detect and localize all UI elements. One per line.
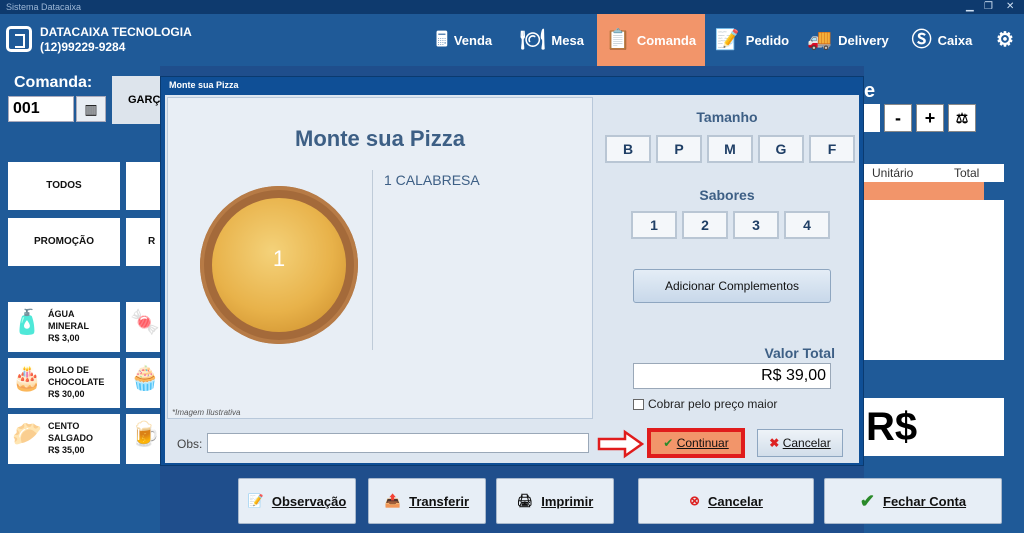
continue-button[interactable]: ✔ Continuar	[647, 428, 745, 458]
flavors-title: Sabores	[699, 187, 755, 203]
charge-highest-checkbox[interactable]: Cobrar pelo preço maior	[633, 397, 777, 411]
dollar-icon: Ⓢ	[911, 29, 932, 51]
selected-flavor: 1 CALABRESA	[384, 172, 480, 188]
restore-icon[interactable]: ❐	[984, 0, 993, 14]
note-edit-icon: 📝	[247, 493, 264, 508]
product-agua-mineral[interactable]: 🧴 ÁGUA MINERAL R$ 3,00	[8, 302, 120, 352]
fechar-conta-button[interactable]: ✔ Fechar Conta	[824, 478, 1002, 524]
size-b-button[interactable]: B	[605, 135, 651, 163]
plate-icon: 🍽	[520, 29, 546, 51]
window-titlebar: Sistema Datacaixa ▁ ❐ ✕	[0, 0, 1024, 14]
dialog-title: Monte sua Pizza	[169, 80, 239, 90]
dialog-body: Monte sua Pizza 1 1 CALABRESA *Imagem Il…	[165, 95, 859, 463]
nav-comanda[interactable]: 📋 Comanda	[597, 14, 705, 66]
scale-icon: ⚖	[955, 110, 969, 126]
col-unitario: Unitário	[872, 166, 914, 180]
nav-pedido[interactable]: 📝 Pedido	[708, 14, 796, 66]
image-note: *Imagem Ilustrativa	[172, 408, 241, 417]
barcode-button[interactable]: ▥	[76, 96, 106, 122]
transfer-icon: 📤	[384, 493, 402, 508]
size-title: Tamanho	[696, 109, 758, 125]
total-display: R$ 0,00	[864, 398, 1004, 456]
comanda-input[interactable]: 001	[8, 96, 74, 122]
partial-label: e	[864, 80, 876, 102]
pizza-options-pane: Tamanho B P M G F Sabores 1 2 3 4 Adicio…	[597, 97, 857, 419]
cupcake-icon: 🧁	[130, 365, 160, 392]
logo-icon	[6, 26, 32, 52]
candy-icon: 🍬	[130, 309, 160, 336]
pizza-image: 1	[200, 186, 358, 344]
cake-icon: 🎂	[12, 365, 42, 392]
category-todos[interactable]: TODOS	[8, 162, 120, 210]
window-title: Sistema Datacaixa	[6, 2, 82, 12]
nav-mesa[interactable]: 🍽 Mesa	[510, 14, 594, 66]
pizza-preview-pane: Monte sua Pizza 1 1 CALABRESA *Imagem Il…	[167, 97, 593, 419]
checkmark-icon: ✔	[859, 490, 875, 511]
minus-button[interactable]: -	[884, 104, 912, 132]
flavor-count-2-button[interactable]: 2	[682, 211, 728, 239]
scale-button[interactable]: ⚖	[948, 104, 976, 132]
minimize-icon[interactable]: ▁	[966, 0, 974, 14]
obs-label: Obs:	[177, 437, 203, 451]
product-item[interactable]: 🍬	[126, 302, 160, 352]
items-table-body	[864, 200, 1004, 360]
product-item[interactable]: 🧁	[126, 358, 160, 408]
cancel-circle-icon: ⊗	[689, 493, 700, 508]
water-bottle-icon: 🧴	[12, 309, 42, 336]
close-icon[interactable]: ✕	[1006, 0, 1014, 14]
delivery-truck-icon: 🚚	[807, 29, 833, 51]
nav-settings[interactable]: ⚙	[986, 14, 1024, 66]
product-item[interactable]: 🍺	[126, 414, 160, 464]
nav-delivery[interactable]: 🚚 Delivery	[798, 14, 898, 66]
observacao-button[interactable]: 📝 Observação	[238, 478, 356, 524]
nav-venda[interactable]: 🖩 Venda	[420, 14, 508, 66]
quantity-input[interactable]	[864, 104, 880, 132]
imprimir-button[interactable]: 🖨 Imprimir	[496, 478, 614, 524]
size-g-button[interactable]: G	[758, 135, 804, 163]
comanda-label: Comanda:	[14, 74, 93, 91]
size-f-button[interactable]: F	[809, 135, 855, 163]
pizza-heading: Monte sua Pizza	[295, 126, 465, 151]
total-value-field: R$ 39,00	[633, 363, 831, 389]
check-icon: ✔	[663, 436, 674, 450]
product-cento-salgado[interactable]: 🥟 CENTO SALGADO R$ 35,00	[8, 414, 120, 464]
x-icon: ✖	[769, 436, 780, 450]
cash-register-icon: 🖩	[435, 29, 448, 51]
col-total: Total	[954, 166, 980, 180]
arrow-right-icon	[597, 429, 645, 459]
pizza-dialog: Monte sua Pizza Monte sua Pizza 1 1 CALA…	[160, 76, 864, 466]
category-4[interactable]: R	[126, 218, 160, 266]
flavor-count-4-button[interactable]: 4	[784, 211, 830, 239]
nav-caixa[interactable]: Ⓢ Caixa	[900, 14, 984, 66]
notepad-icon: 📝	[714, 29, 740, 51]
add-complements-button[interactable]: Adicionar Complementos	[633, 269, 831, 303]
items-table-header: Unitário Total	[864, 164, 1004, 182]
plus-button[interactable]: +	[916, 104, 944, 132]
gear-icon: ⚙	[996, 29, 1014, 51]
barcode-icon: ▥	[84, 101, 98, 117]
beer-icon: 🍺	[130, 421, 160, 448]
printer-icon: 🖨	[516, 493, 534, 508]
snacks-icon: 🥟	[12, 421, 42, 448]
size-p-button[interactable]: P	[656, 135, 702, 163]
brand-phone: (12)99229-9284	[40, 40, 126, 54]
category-promocao[interactable]: PROMOÇÃO	[8, 218, 120, 266]
pizza-slice-number: 1	[272, 246, 286, 271]
brand-name: DATACAIXA TECNOLOGIA	[40, 25, 192, 39]
cancel-button[interactable]: ✖ Cancelar	[757, 429, 843, 457]
total-value-label: Valor Total	[764, 345, 835, 361]
order-list-icon: 📋	[605, 29, 631, 51]
flavor-count-3-button[interactable]: 3	[733, 211, 779, 239]
obs-input[interactable]	[207, 433, 589, 453]
category-2[interactable]	[126, 162, 160, 210]
transferir-button[interactable]: 📤 Transferir	[368, 478, 486, 524]
table-row[interactable]	[864, 182, 984, 200]
cancelar-conta-button[interactable]: ⊗ Cancelar	[638, 478, 814, 524]
garcom-button[interactable]: GARÇ	[112, 76, 160, 124]
divider	[372, 170, 373, 350]
size-m-button[interactable]: M	[707, 135, 753, 163]
product-bolo-chocolate[interactable]: 🎂 BOLO DE CHOCOLATE R$ 30,00	[8, 358, 120, 408]
flavor-count-1-button[interactable]: 1	[631, 211, 677, 239]
checkbox-box[interactable]	[633, 398, 644, 410]
